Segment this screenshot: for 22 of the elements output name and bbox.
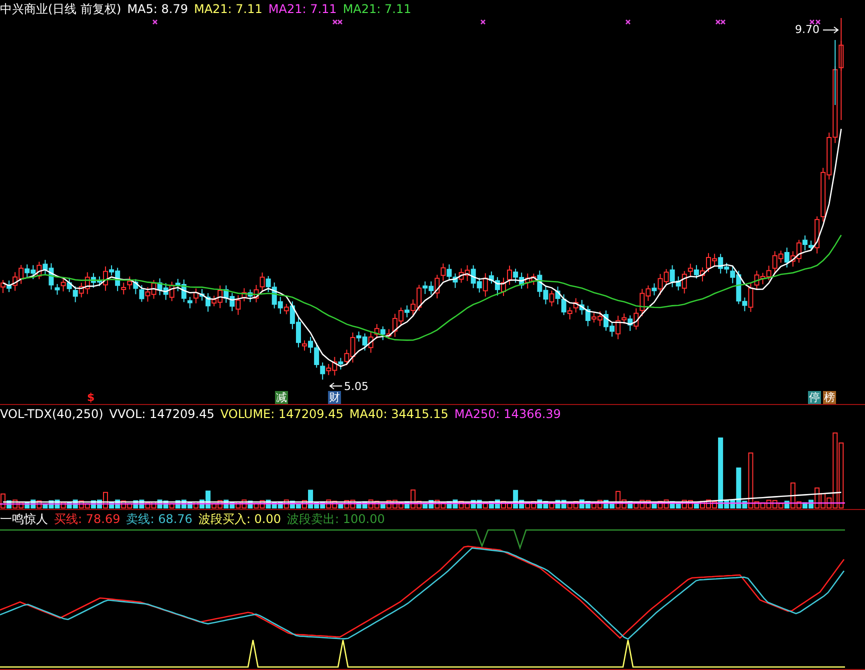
indicator-value: MA250: 14366.39 [454,406,561,422]
chart-title: 中兴商业(日线 前复权) [0,1,122,17]
indicator-value: VOLUME: 147209.45 [220,406,344,422]
event-marker: 榜 [823,391,836,404]
indicator-value: MA21: 7.11 [194,1,262,17]
indicator-value: MA21: 7.11 [342,1,412,17]
indicator-value: MA5: 8.79 [127,1,188,17]
indicator-value: 波段买入: 0.00 [198,511,282,527]
price-label: 5.05 [344,381,368,393]
price-label: 9.70 [795,24,820,36]
indicator-value: MA21: 7.11 [268,1,337,17]
indicator-value: 波段卖出: 100.00 [287,511,385,527]
event-marker: 停 [808,391,821,404]
event-marker: $ [86,391,96,404]
event-marker: 财 [328,391,341,404]
indicator-value: VVOL: 147209.45 [109,406,214,422]
chart-title: VOL-TDX(40,250) [0,406,104,422]
indicator-value: MA40: 34415.15 [349,406,448,422]
event-marker: 减 [275,391,288,404]
indicator-value: 买线: 78.69 [54,511,120,527]
chart-title: 一鸣惊人 [0,511,48,527]
indicator-value: 卖线: 68.76 [126,511,192,527]
